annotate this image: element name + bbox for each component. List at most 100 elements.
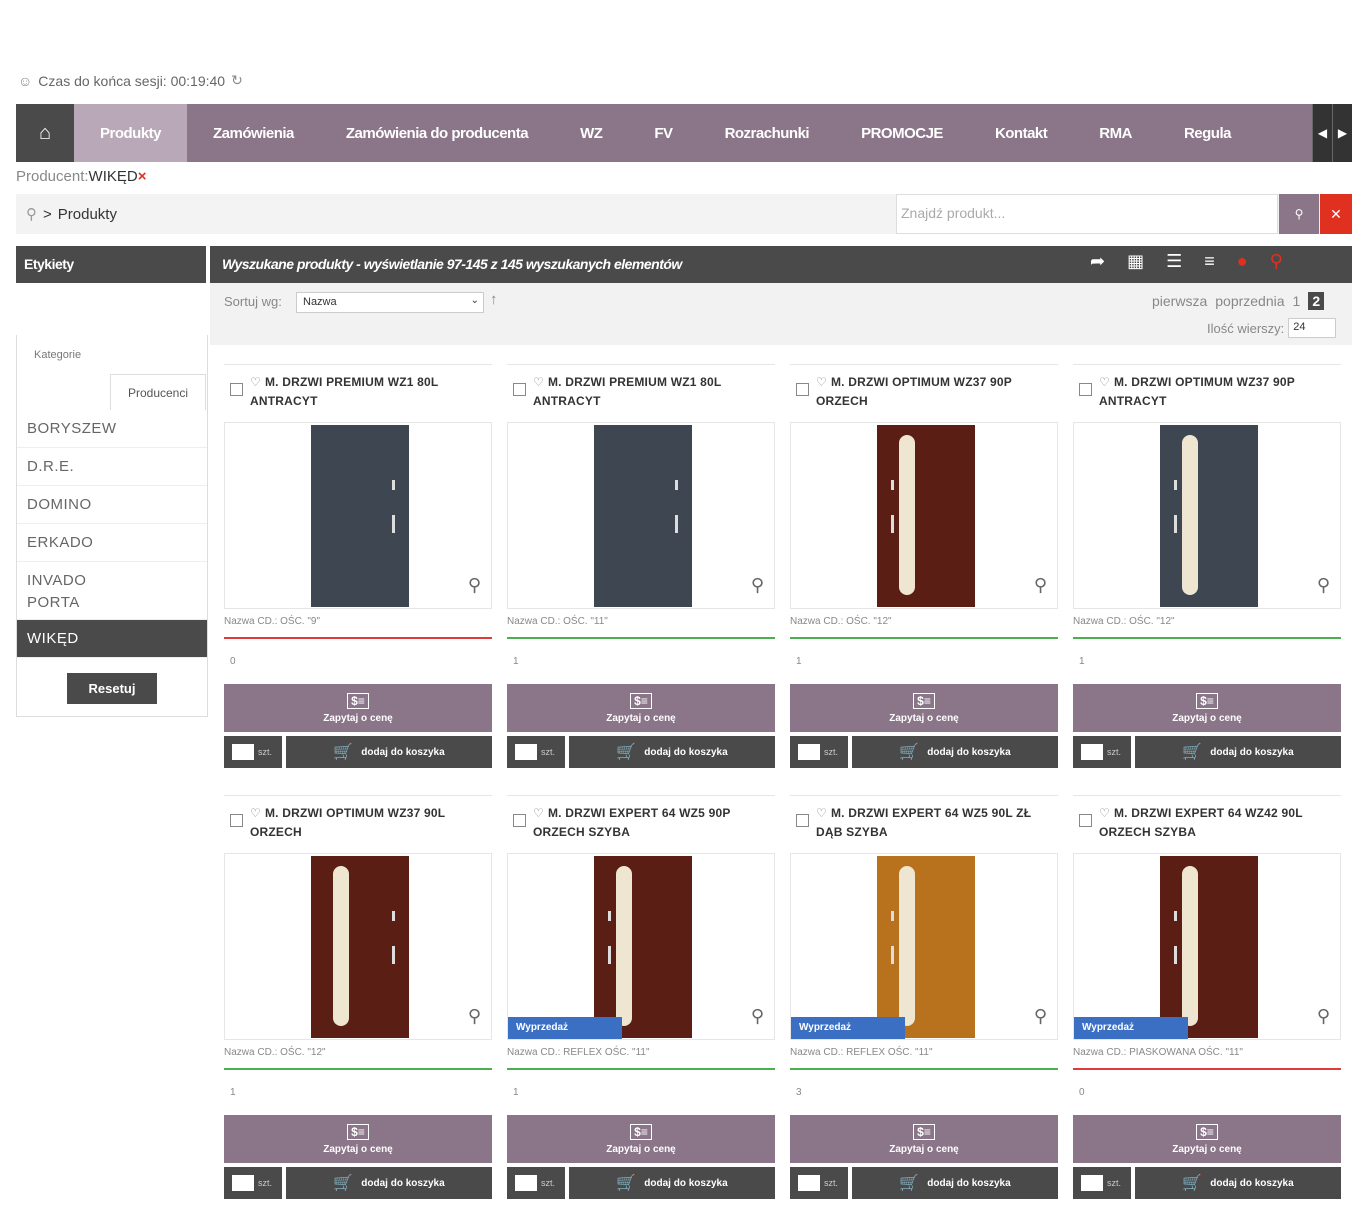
compare-checkbox[interactable]: [1079, 814, 1092, 827]
zoom-icon[interactable]: ⚲: [751, 1006, 764, 1027]
quantity-field[interactable]: szt.: [224, 1167, 282, 1199]
producer-item[interactable]: PORTA: [17, 590, 207, 620]
nav-item-kontakt[interactable]: Kontakt: [969, 104, 1073, 162]
remove-filter-icon[interactable]: ×: [138, 168, 147, 185]
dollar-icon[interactable]: ●: [1237, 251, 1248, 272]
nav-item-zamowienia-producenta[interactable]: Zamówienia do producenta: [320, 104, 554, 162]
pager-first[interactable]: pierwsza: [1152, 293, 1207, 309]
quantity-input[interactable]: [515, 744, 537, 760]
zoom-icon[interactable]: ⚲: [468, 1006, 481, 1027]
ask-price-button[interactable]: $≡ Zapytaj o cenę: [790, 684, 1058, 732]
heart-icon[interactable]: ♡: [816, 806, 827, 820]
zoom-icon[interactable]: ⚲: [751, 575, 764, 596]
nav-next-icon[interactable]: ▶: [1332, 104, 1352, 162]
zoom-icon[interactable]: ⚲: [1270, 251, 1283, 272]
add-to-cart-button[interactable]: 🛒 dodaj do koszyka: [1135, 736, 1341, 768]
heart-icon[interactable]: ♡: [250, 375, 261, 389]
product-image[interactable]: ⚲ Wyprzedaż: [507, 853, 775, 1040]
heart-icon[interactable]: ♡: [816, 375, 827, 389]
sort-select[interactable]: Nazwa ⌄: [296, 292, 484, 313]
product-title[interactable]: ♡ M. DRZWI OPTIMUM WZ37 90L ORZECH: [250, 804, 486, 842]
sort-direction-icon[interactable]: ↑: [490, 291, 498, 308]
ask-price-button[interactable]: $≡ Zapytaj o cenę: [1073, 1115, 1341, 1163]
ask-price-button[interactable]: $≡ Zapytaj o cenę: [790, 1115, 1058, 1163]
product-title[interactable]: ♡ M. DRZWI PREMIUM WZ1 80L ANTRACYT: [250, 373, 486, 411]
tab-kategorie[interactable]: Kategorie: [34, 349, 81, 361]
quantity-input[interactable]: [1081, 1175, 1103, 1191]
quantity-input[interactable]: [798, 1175, 820, 1191]
breadcrumb-current[interactable]: Produkty: [58, 206, 117, 223]
list-view-icon[interactable]: ☰: [1166, 251, 1182, 272]
product-image[interactable]: ⚲ Wyprzedaż: [790, 853, 1058, 1040]
compare-checkbox[interactable]: [230, 814, 243, 827]
add-to-cart-button[interactable]: 🛒 dodaj do koszyka: [1135, 1167, 1341, 1199]
quantity-input[interactable]: [515, 1175, 537, 1191]
heart-icon[interactable]: ♡: [533, 375, 544, 389]
quantity-field[interactable]: szt.: [224, 736, 282, 768]
quantity-field[interactable]: szt.: [1073, 1167, 1131, 1199]
add-to-cart-button[interactable]: 🛒 dodaj do koszyka: [286, 736, 492, 768]
producer-item[interactable]: ERKADO: [17, 524, 207, 562]
pager-prev[interactable]: poprzednia: [1215, 293, 1284, 309]
product-image[interactable]: ⚲: [790, 422, 1058, 609]
producer-item[interactable]: DOMINO: [17, 486, 207, 524]
nav-item-wz[interactable]: WZ: [554, 104, 628, 162]
nav-item-rozrachunki[interactable]: Rozrachunki: [699, 104, 836, 162]
compare-checkbox[interactable]: [796, 814, 809, 827]
quantity-input[interactable]: [232, 744, 254, 760]
ask-price-button[interactable]: $≡ Zapytaj o cenę: [224, 684, 492, 732]
nav-item-fv[interactable]: FV: [628, 104, 698, 162]
producer-item[interactable]: INVADO: [17, 562, 207, 590]
ask-price-button[interactable]: $≡ Zapytaj o cenę: [507, 684, 775, 732]
heart-icon[interactable]: ♡: [1099, 375, 1110, 389]
product-title[interactable]: ♡ M. DRZWI PREMIUM WZ1 80L ANTRACYT: [533, 373, 769, 411]
search-icon[interactable]: ⚲: [1279, 194, 1319, 234]
add-to-cart-button[interactable]: 🛒 dodaj do koszyka: [569, 1167, 775, 1199]
add-to-cart-button[interactable]: 🛒 dodaj do koszyka: [852, 1167, 1058, 1199]
compare-checkbox[interactable]: [230, 383, 243, 396]
grid-view-icon[interactable]: ▦: [1127, 251, 1144, 272]
zoom-icon[interactable]: ⚲: [468, 575, 481, 596]
product-image[interactable]: ⚲: [224, 422, 492, 609]
zoom-icon[interactable]: ⚲: [1317, 1006, 1330, 1027]
product-title[interactable]: ♡ M. DRZWI EXPERT 64 WZ5 90P ORZECH SZYBA: [533, 804, 769, 842]
product-title[interactable]: ♡ M. DRZWI EXPERT 64 WZ42 90L ORZECH SZYB…: [1099, 804, 1335, 842]
producer-item-active[interactable]: WIKĘD: [17, 620, 207, 658]
nav-item-produkty[interactable]: Produkty: [74, 104, 188, 162]
quantity-field[interactable]: szt.: [790, 1167, 848, 1199]
tab-producenci[interactable]: Producenci: [110, 374, 206, 410]
compare-checkbox[interactable]: [796, 383, 809, 396]
export-icon[interactable]: ➦: [1090, 251, 1105, 272]
quantity-field[interactable]: szt.: [1073, 736, 1131, 768]
nav-prev-icon[interactable]: ◀: [1312, 104, 1332, 162]
pager-page[interactable]: 1: [1293, 293, 1301, 309]
product-image[interactable]: ⚲: [224, 853, 492, 1040]
quantity-input[interactable]: [798, 744, 820, 760]
add-to-cart-button[interactable]: 🛒 dodaj do koszyka: [286, 1167, 492, 1199]
zoom-icon[interactable]: ⚲: [1317, 575, 1330, 596]
add-to-cart-button[interactable]: 🛒 dodaj do koszyka: [569, 736, 775, 768]
compare-checkbox[interactable]: [513, 383, 526, 396]
product-title[interactable]: ♡ M. DRZWI EXPERT 64 WZ5 90L ZŁ DĄB SZYBA: [816, 804, 1052, 842]
nav-item-rma[interactable]: RMA: [1073, 104, 1158, 162]
heart-icon[interactable]: ♡: [1099, 806, 1110, 820]
sidebar-title[interactable]: Etykiety: [16, 246, 206, 283]
nav-item-zamowienia[interactable]: Zamówienia: [187, 104, 320, 162]
search-input[interactable]: Znajdź produkt...: [896, 194, 1278, 234]
producer-item[interactable]: BORYSZEW: [17, 410, 207, 448]
reset-button[interactable]: Resetuj: [67, 673, 157, 704]
nav-item-promocje[interactable]: PROMOCJE: [835, 104, 969, 162]
ask-price-button[interactable]: $≡ Zapytaj o cenę: [1073, 684, 1341, 732]
heart-icon[interactable]: ♡: [533, 806, 544, 820]
product-image[interactable]: ⚲: [1073, 422, 1341, 609]
nav-item-regulamin[interactable]: Regula: [1158, 104, 1257, 162]
compare-checkbox[interactable]: [1079, 383, 1092, 396]
quantity-field[interactable]: szt.: [507, 1167, 565, 1199]
ask-price-button[interactable]: $≡ Zapytaj o cenę: [224, 1115, 492, 1163]
zoom-icon[interactable]: ⚲: [1034, 575, 1047, 596]
product-image[interactable]: ⚲ Wyprzedaż: [1073, 853, 1341, 1040]
rows-select[interactable]: 24: [1288, 318, 1337, 338]
compact-view-icon[interactable]: ≡: [1204, 251, 1215, 272]
quantity-field[interactable]: szt.: [507, 736, 565, 768]
compare-checkbox[interactable]: [513, 814, 526, 827]
